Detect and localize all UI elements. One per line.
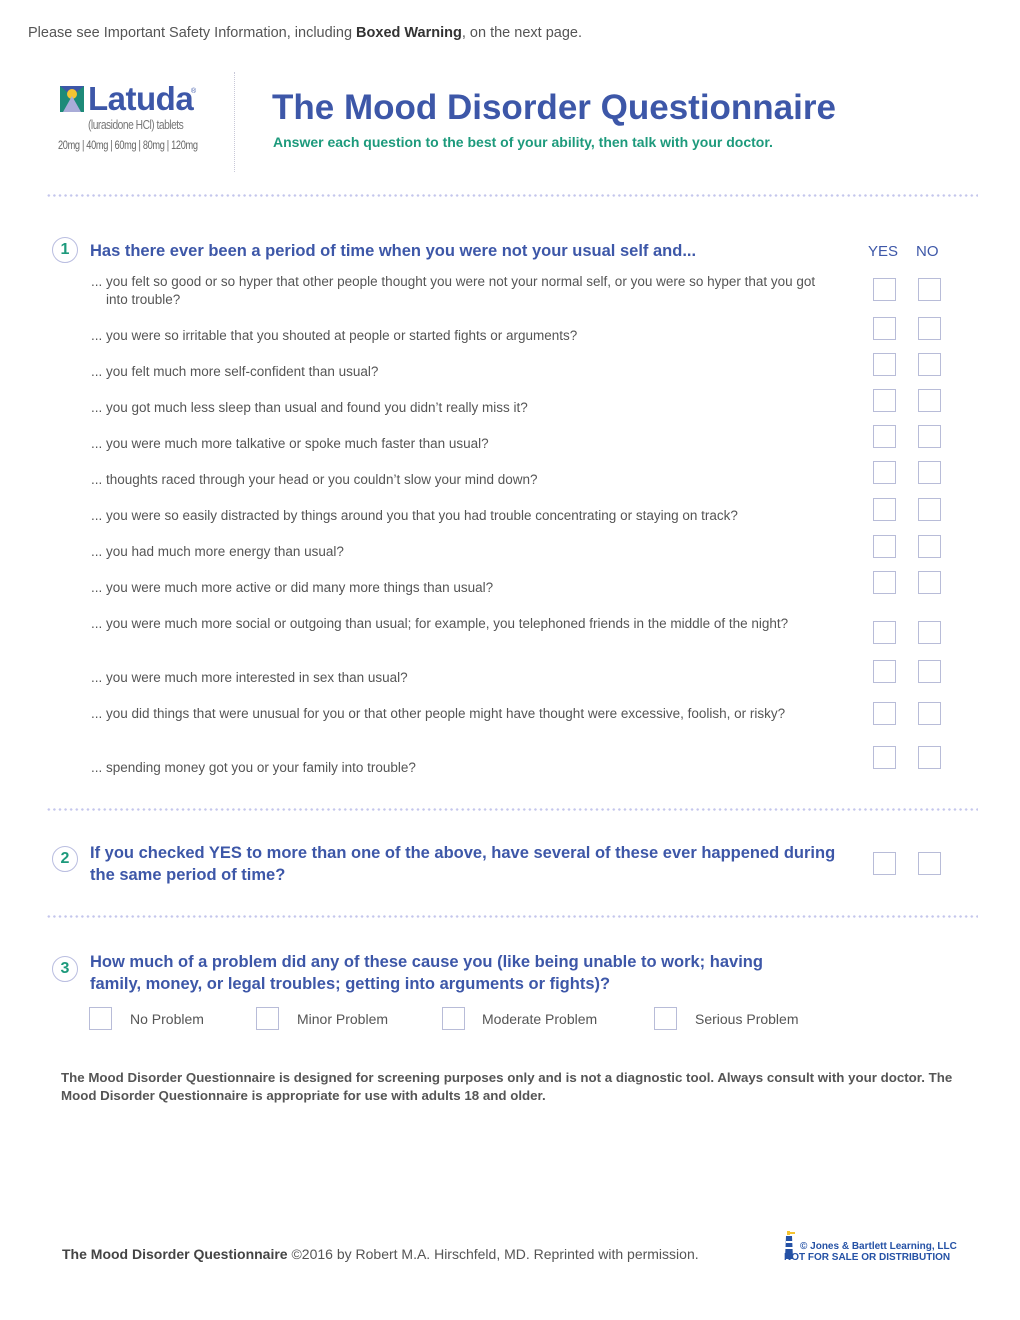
no-checkbox[interactable] bbox=[918, 660, 941, 683]
no-checkbox[interactable] bbox=[918, 461, 941, 484]
no-checkbox[interactable] bbox=[918, 535, 941, 558]
moderate-problem-checkbox[interactable] bbox=[442, 1007, 465, 1030]
footer-text: ©2016 by Robert M.A. Hirschfeld, MD. Rep… bbox=[287, 1246, 699, 1262]
yes-checkbox[interactable] bbox=[873, 353, 896, 376]
minor-problem-checkbox[interactable] bbox=[256, 1007, 279, 1030]
question-2-yes-checkbox[interactable] bbox=[873, 852, 896, 875]
logo-generic-name: (lurasidone HCl) tablets bbox=[88, 118, 184, 132]
question-1-item: ... spending money got you or your famil… bbox=[91, 760, 416, 775]
yes-checkbox[interactable] bbox=[873, 317, 896, 340]
no-checkbox[interactable] bbox=[918, 702, 941, 725]
yes-checkbox[interactable] bbox=[873, 535, 896, 558]
question-1-item: ... you were so easily distracted by thi… bbox=[91, 508, 738, 523]
yes-checkbox[interactable] bbox=[873, 746, 896, 769]
section-divider bbox=[46, 808, 978, 811]
page-subtitle: Answer each question to the best of your… bbox=[273, 134, 773, 150]
question-3-text: How much of a problem did any of these c… bbox=[90, 953, 763, 993]
no-checkbox[interactable] bbox=[918, 571, 941, 594]
yes-checkbox[interactable] bbox=[873, 389, 896, 412]
question-1-item: ... thoughts raced through your head or … bbox=[91, 472, 538, 487]
yes-checkbox[interactable] bbox=[873, 425, 896, 448]
yes-checkbox[interactable] bbox=[873, 571, 896, 594]
no-problem-checkbox[interactable] bbox=[89, 1007, 112, 1030]
no-checkbox[interactable] bbox=[918, 746, 941, 769]
yes-checkbox[interactable] bbox=[873, 702, 896, 725]
latuda-logo-icon bbox=[60, 86, 84, 112]
serious-problem-checkbox[interactable] bbox=[654, 1007, 677, 1030]
question-2-text: If you checked YES to more than one of t… bbox=[90, 844, 836, 884]
serious-problem-label: Serious Problem bbox=[695, 1011, 799, 1027]
section-divider bbox=[46, 194, 978, 197]
logo-doses: 20mg | 40mg | 60mg | 80mg | 120mg bbox=[58, 140, 198, 152]
no-problem-label: No Problem bbox=[130, 1011, 204, 1027]
no-column-header: NO bbox=[916, 243, 939, 260]
footer-title: The Mood Disorder Questionnaire bbox=[62, 1246, 288, 1262]
question-number-badge: 1 bbox=[52, 237, 78, 263]
publisher-watermark: © Jones & Bartlett Learning, LLC NOT FOR… bbox=[784, 1231, 974, 1265]
section-divider bbox=[46, 915, 978, 918]
no-checkbox[interactable] bbox=[918, 498, 941, 521]
question-1-item: ... you had much more energy than usual? bbox=[91, 544, 344, 559]
yes-checkbox[interactable] bbox=[873, 278, 896, 301]
watermark-copyright: © Jones & Bartlett Learning, LLC bbox=[800, 1241, 957, 1252]
question-1-item: ... you did things that were unusual for… bbox=[91, 706, 786, 721]
copyright-footer: The Mood Disorder Questionnaire ©2016 by… bbox=[62, 1246, 699, 1262]
no-checkbox[interactable] bbox=[918, 353, 941, 376]
title-bold: Mood Disorder Questionnaire bbox=[343, 88, 836, 127]
no-checkbox[interactable] bbox=[918, 278, 941, 301]
no-checkbox[interactable] bbox=[918, 389, 941, 412]
yes-checkbox[interactable] bbox=[873, 498, 896, 521]
yes-checkbox[interactable] bbox=[873, 461, 896, 484]
question-1-text: Has there ever been a period of time whe… bbox=[90, 242, 697, 260]
logo-registered: ® bbox=[191, 88, 197, 95]
no-checkbox[interactable] bbox=[918, 425, 941, 448]
question-1-item: ... you were much more talkative or spok… bbox=[91, 436, 489, 451]
question-2-no-checkbox[interactable] bbox=[918, 852, 941, 875]
logo-brand: Latuda bbox=[88, 80, 194, 117]
safety-notice-text: Please see Important Safety Information,… bbox=[28, 25, 357, 41]
minor-problem-label: Minor Problem bbox=[297, 1011, 389, 1027]
question-1-item: ... you got much less sleep than usual a… bbox=[91, 400, 528, 415]
watermark-notice: NOT FOR SALE OR DISTRIBUTION bbox=[784, 1252, 951, 1263]
title-prefix: The bbox=[272, 88, 344, 127]
question-1-item: ... you were much more interested in sex… bbox=[91, 670, 408, 685]
question-1-item: ... you were so irritable that you shout… bbox=[91, 328, 578, 343]
moderate-problem-label: Moderate Problem bbox=[482, 1011, 598, 1027]
boxed-warning-text: Boxed Warning bbox=[356, 25, 462, 41]
no-checkbox[interactable] bbox=[918, 621, 941, 644]
no-checkbox[interactable] bbox=[918, 317, 941, 340]
disclaimer: The Mood Disorder Questionnaire is desig… bbox=[61, 1070, 953, 1103]
safety-notice-suffix: , on the next page. bbox=[461, 25, 582, 41]
question-1-item: ... you were much more social or outgoin… bbox=[91, 616, 789, 631]
yes-checkbox[interactable] bbox=[873, 621, 896, 644]
question-1-item: ... you felt much more self-confident th… bbox=[91, 364, 379, 379]
question-1-item: ... you felt so good or so hyper that ot… bbox=[91, 274, 816, 307]
latuda-logo: Latuda ® (lurasidone HCl) tablets 20mg |… bbox=[58, 80, 208, 164]
yes-checkbox[interactable] bbox=[873, 660, 896, 683]
yes-column-header: YES bbox=[868, 243, 899, 260]
header-divider bbox=[234, 72, 235, 172]
question-number-badge: 2 bbox=[52, 846, 78, 872]
question-number-badge: 3 bbox=[52, 956, 78, 982]
question-1-item: ... you were much more active or did man… bbox=[91, 580, 494, 595]
page-title: The Mood Disorder Questionnaire bbox=[272, 88, 836, 128]
safety-notice: Please see Important Safety Information,… bbox=[28, 25, 582, 41]
